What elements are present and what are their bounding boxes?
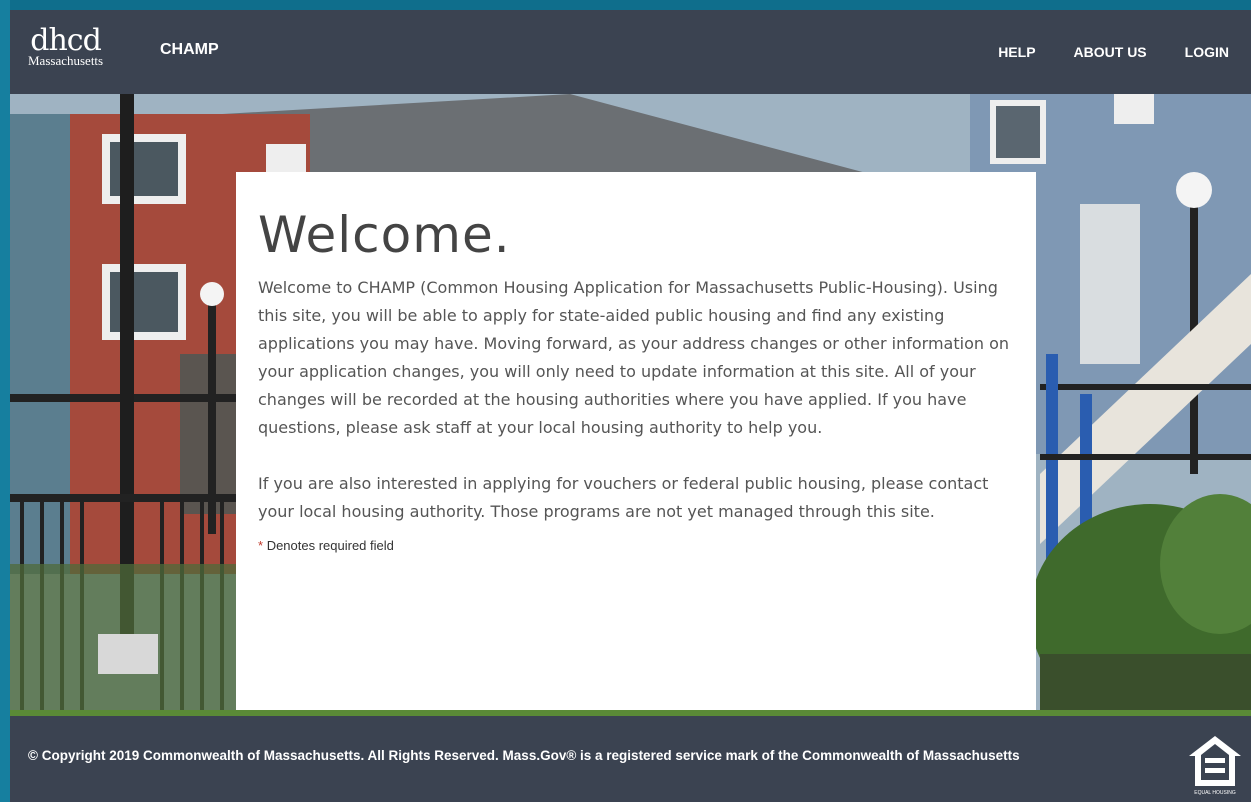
- welcome-heading: Welcome.: [258, 206, 511, 264]
- required-field-note: * Denotes required field: [258, 538, 1012, 553]
- logo-sub-text: Massachusetts: [28, 53, 104, 68]
- left-frame-strip: [0, 0, 10, 802]
- top-frame-strip: [0, 0, 1251, 10]
- nav-about-us-link[interactable]: ABOUT US: [1074, 44, 1147, 60]
- logo-main-text: dhcd: [30, 23, 102, 58]
- welcome-paragraph-intro: Welcome to CHAMP (Common Housing Applica…: [258, 278, 1010, 437]
- main-nav: HELP ABOUT US LOGIN: [998, 44, 1229, 60]
- site-footer: © Copyright 2019 Commonwealth of Massach…: [10, 716, 1251, 802]
- dhcd-logo[interactable]: dhcd Massachusetts: [28, 23, 104, 68]
- site-header: dhcd Massachusetts CHAMP HELP ABOUT US L…: [10, 10, 1251, 94]
- nav-help-link[interactable]: HELP: [998, 44, 1035, 60]
- nav-login-link[interactable]: LOGIN: [1185, 44, 1229, 60]
- equal-housing-icon: EQUAL HOUSING: [1189, 736, 1241, 796]
- required-asterisk: *: [258, 538, 264, 553]
- welcome-paragraph-federal: If you are also interested in applying f…: [258, 474, 989, 521]
- brand-name[interactable]: CHAMP: [160, 41, 219, 59]
- welcome-card: Welcome. Welcome to CHAMP (Common Housin…: [236, 172, 1036, 712]
- copyright-text: © Copyright 2019 Commonwealth of Massach…: [28, 748, 1020, 763]
- required-field-text: Denotes required field: [266, 538, 394, 553]
- equal-housing-label: EQUAL HOUSING: [1194, 790, 1236, 796]
